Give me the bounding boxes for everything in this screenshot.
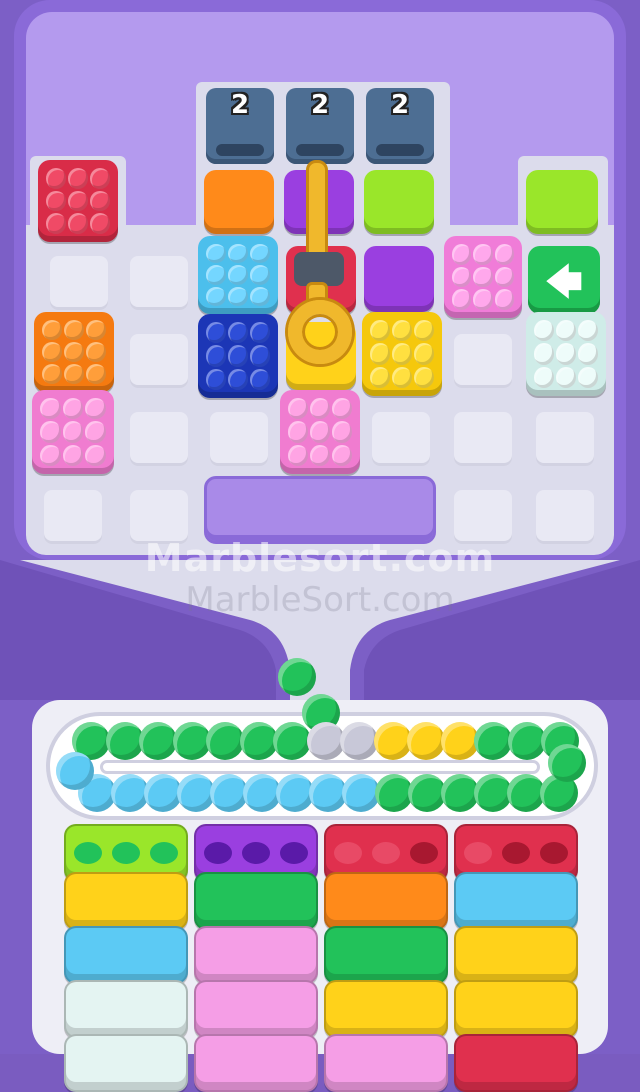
tube-hole (280, 842, 308, 864)
tube-segment (324, 1034, 448, 1092)
tube-hole (464, 842, 492, 864)
tube-hole (502, 842, 530, 864)
tube-hole (204, 842, 232, 864)
tube-segment (454, 980, 578, 1038)
tube-hole (74, 842, 102, 864)
tube-hole (540, 842, 568, 864)
tube-segment (64, 1034, 188, 1092)
tube-hole (410, 842, 438, 864)
tube-segment (64, 872, 188, 930)
tube-hole (112, 842, 140, 864)
tube-segment (64, 926, 188, 984)
tube-segment (194, 980, 318, 1038)
tube-hole (372, 842, 400, 864)
tube-segment (324, 926, 448, 984)
tube-segment (194, 926, 318, 984)
tube-columns (0, 0, 640, 1092)
tube-segment (454, 872, 578, 930)
tube-segment (64, 980, 188, 1038)
tube-segment (454, 926, 578, 984)
tube-segment (454, 1034, 578, 1092)
tube-segment (324, 872, 448, 930)
tube-hole (150, 842, 178, 864)
tube-hole (242, 842, 270, 864)
tube-segment (194, 1034, 318, 1092)
tube-segment (324, 980, 448, 1038)
tube-segment (194, 872, 318, 930)
tube-hole (334, 842, 362, 864)
